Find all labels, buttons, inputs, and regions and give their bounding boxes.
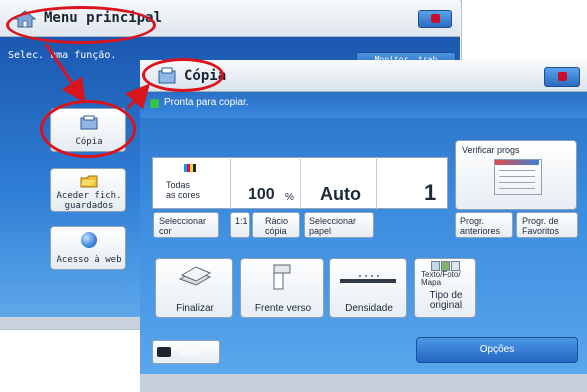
annotation-arrows xyxy=(44,43,151,110)
arrow-to-copy-button xyxy=(44,43,86,103)
arrow-to-copy-screen xyxy=(125,83,151,110)
